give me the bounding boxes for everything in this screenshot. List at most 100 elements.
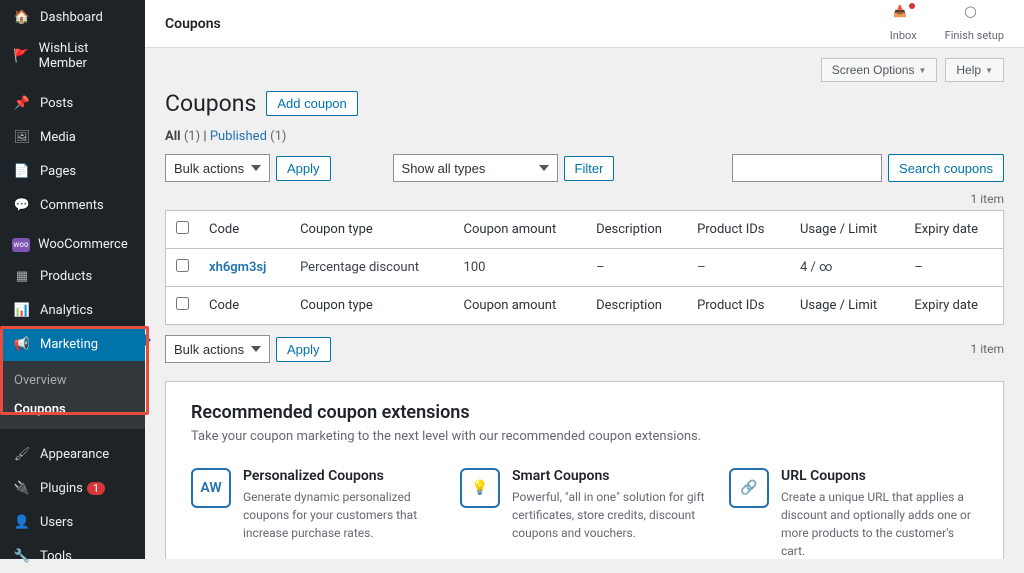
search-input[interactable] (732, 154, 882, 182)
select-all-checkbox-foot[interactable] (176, 297, 189, 310)
ext-aw-icon: AW (191, 468, 231, 508)
pin-icon: 📌 (12, 93, 32, 113)
sidebar-label: Plugins (40, 481, 83, 496)
all-count: (1) (184, 129, 200, 144)
dashboard-icon: 🏠 (12, 7, 32, 27)
add-coupon-button[interactable]: Add coupon (266, 91, 357, 116)
col-usage[interactable]: Usage / Limit (790, 287, 904, 325)
sidebar-item-dashboard[interactable]: 🏠 Dashboard (0, 0, 145, 34)
ext-personalized[interactable]: AW Personalized CouponsGenerate dynamic … (191, 468, 440, 559)
col-desc[interactable]: Description (586, 287, 687, 325)
col-expiry[interactable]: Expiry date (904, 287, 1003, 325)
sidebar-label: Users (40, 515, 73, 530)
sidebar-item-plugins[interactable]: 🔌Plugins1 (0, 471, 145, 505)
plugins-badge: 1 (87, 482, 105, 495)
ext-title: Smart Coupons (512, 468, 709, 484)
sidebar-item-comments[interactable]: 💬Comments (0, 188, 145, 222)
item-count: 1 item (165, 192, 1004, 206)
col-type[interactable]: Coupon type (290, 211, 453, 249)
sidebar-item-analytics[interactable]: 📊 Analytics (0, 293, 145, 327)
ext-url[interactable]: 🔗 URL CouponsCreate a unique URL that ap… (729, 468, 978, 559)
search-button[interactable]: Search coupons (888, 154, 1004, 182)
sidebar-label: WooCommerce (38, 237, 128, 252)
apply-button-bottom[interactable]: Apply (276, 337, 331, 362)
ext-desc: Create a unique URL that applies a disco… (781, 488, 978, 559)
inbox-icon: 📥 (893, 5, 913, 25)
filter-published[interactable]: Published (210, 129, 267, 144)
sidebar-label: Products (40, 269, 92, 284)
sidebar-item-users[interactable]: 👤 Users (0, 505, 145, 539)
table-row: xh6gm3sj Percentage discount 100 – – 4 /… (166, 249, 1004, 287)
sidebar-label: Analytics (40, 303, 93, 318)
pages-icon: 📄 (12, 161, 32, 181)
sidebar-item-woocommerce[interactable]: woo WooCommerce (0, 230, 145, 259)
flag-icon: 🚩 (12, 46, 31, 66)
filter-all[interactable]: All (165, 129, 181, 144)
col-code[interactable]: Code (199, 287, 290, 325)
ext-title: Personalized Coupons (243, 468, 440, 484)
filter-button[interactable]: Filter (564, 156, 615, 181)
sidebar-label: Marketing (40, 337, 98, 352)
col-code[interactable]: Code (199, 211, 290, 249)
analytics-icon: 📊 (12, 300, 32, 320)
sidebar-label: Tools (40, 549, 72, 564)
rec-title: Recommended coupon extensions (191, 402, 978, 423)
screen-options-button[interactable]: Screen Options (821, 58, 938, 82)
sidebar-item-wishlist[interactable]: 🚩 WishList Member (0, 34, 145, 78)
products-icon: ▦ (12, 266, 32, 286)
circle-icon: ◯ (964, 5, 984, 25)
col-type[interactable]: Coupon type (290, 287, 453, 325)
col-pids[interactable]: Product IDs (687, 211, 790, 249)
sidebar-label: Comments (40, 198, 104, 213)
sidebar-item-products[interactable]: ▦ Products (0, 259, 145, 293)
item-count-bottom: 1 item (971, 342, 1004, 356)
col-amount[interactable]: Coupon amount (454, 211, 587, 249)
inbox-label: Inbox (890, 29, 917, 42)
users-icon: 👤 (12, 512, 32, 532)
col-amount[interactable]: Coupon amount (454, 287, 587, 325)
submenu-overview[interactable]: Overview (0, 366, 145, 395)
ext-link-icon: 🔗 (729, 468, 769, 508)
col-pids[interactable]: Product IDs (687, 287, 790, 325)
apply-button[interactable]: Apply (276, 156, 331, 181)
inbox-button[interactable]: 📥 Inbox (890, 5, 917, 42)
sidebar-item-posts[interactable]: 📌Posts (0, 86, 145, 120)
sidebar-label: Dashboard (40, 10, 103, 25)
rec-subtitle: Take your coupon marketing to the next l… (191, 429, 978, 444)
sidebar-label: Media (40, 130, 76, 145)
select-all-checkbox[interactable] (176, 221, 189, 234)
media-icon: 🖼 (12, 127, 32, 147)
coupon-code-link[interactable]: xh6gm3sj (209, 260, 266, 275)
finish-label: Finish setup (945, 29, 1004, 42)
sidebar-item-pages[interactable]: 📄 Pages (0, 154, 145, 188)
finish-setup-button[interactable]: ◯ Finish setup (945, 5, 1004, 42)
cell-usage: 4 / ∞ (790, 249, 904, 287)
col-desc[interactable]: Description (586, 211, 687, 249)
col-expiry[interactable]: Expiry date (904, 211, 1003, 249)
sidebar-item-appearance[interactable]: 🖌Appearance (0, 437, 145, 471)
ext-smart[interactable]: 💡 Smart Coupons Powerful, "all in one" so… (460, 468, 709, 559)
sidebar-item-media[interactable]: 🖼 Media (0, 120, 145, 154)
sidebar-label: Pages (40, 164, 76, 179)
woo-icon: woo (12, 238, 30, 252)
bulk-actions-select[interactable]: Bulk actions (165, 154, 270, 182)
sidebar-item-tools[interactable]: 🔧Tools (0, 539, 145, 573)
help-button[interactable]: Help (945, 58, 1004, 82)
ext-desc: Powerful, "all in one" solution for gift… (512, 488, 709, 542)
cell-type: Percentage discount (290, 249, 453, 287)
coupons-table: Code Coupon type Coupon amount Descripti… (165, 210, 1004, 325)
ext-bulb-icon: 💡 (460, 468, 500, 508)
sidebar-item-marketing[interactable]: 📢 Marketing (0, 327, 145, 361)
type-filter-select[interactable]: Show all types (393, 154, 558, 182)
submenu-coupons[interactable]: Coupons (0, 395, 145, 424)
cell-expiry: – (904, 249, 1003, 287)
marketing-icon: 📢 (12, 334, 32, 354)
cell-amount: 100 (454, 249, 587, 287)
bulk-actions-select-bottom[interactable]: Bulk actions (165, 335, 270, 363)
sidebar-label: WishList Member (39, 41, 133, 71)
row-checkbox[interactable] (176, 259, 189, 272)
appearance-icon: 🖌 (12, 444, 32, 464)
page-title: Coupons (165, 16, 221, 32)
col-usage[interactable]: Usage / Limit (790, 211, 904, 249)
pub-count: (1) (270, 129, 286, 144)
